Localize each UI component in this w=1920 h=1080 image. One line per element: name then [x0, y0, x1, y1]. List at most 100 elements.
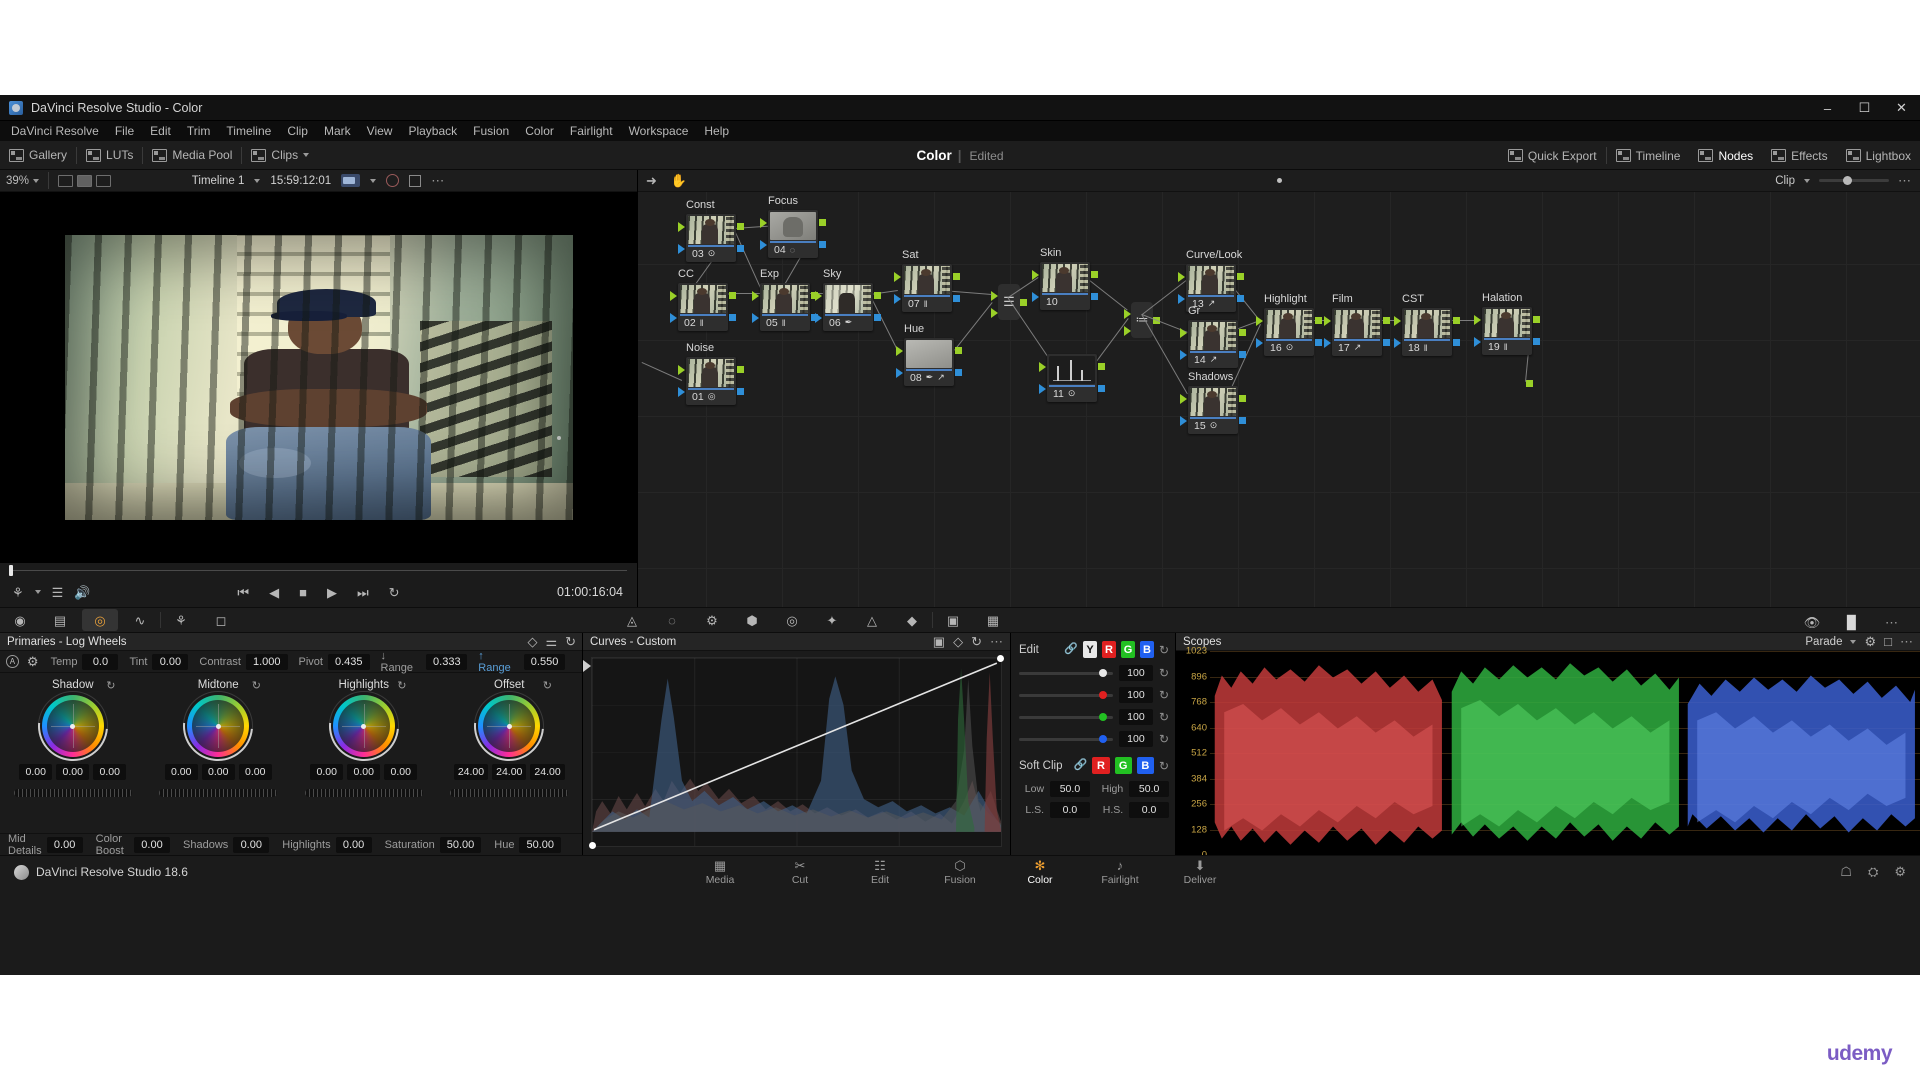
node-input-rgb-port[interactable] — [1324, 316, 1331, 326]
low-range-param[interactable]: ↓ Range 0.333 — [381, 650, 468, 674]
node-input-rgb-port[interactable] — [1180, 328, 1187, 338]
green-slider[interactable] — [1019, 712, 1113, 721]
blue-slider-knob[interactable] — [1098, 734, 1107, 743]
magic-mask-button[interactable]: ✦ — [812, 607, 852, 633]
node-body[interactable]: 10 — [1040, 262, 1090, 310]
tint-param[interactable]: Tint 0.00 — [129, 653, 189, 670]
channel-r-button[interactable]: R — [1102, 641, 1116, 658]
offset-master-ribbon[interactable] — [450, 789, 569, 797]
node-output-key-port[interactable] — [955, 369, 962, 376]
node-output-rgb-port[interactable] — [1453, 317, 1460, 324]
shadow-wheel[interactable] — [23, 676, 123, 776]
node-shadows[interactable]: Shadows 15 ⊙ — [1180, 371, 1246, 434]
scopes-options-icon[interactable]: ⋯ — [1900, 634, 1914, 650]
node-body[interactable]: 14 ↗ — [1188, 320, 1238, 368]
curves-options-icon[interactable]: ⋯ — [990, 634, 1004, 650]
minimize-button[interactable]: – — [1809, 95, 1846, 121]
soft-clip-b-button[interactable]: B — [1136, 757, 1154, 774]
blue-reset-icon[interactable]: ↻ — [1159, 732, 1169, 746]
low-value[interactable]: 50.0 — [1050, 781, 1090, 797]
midtone-green-value[interactable]: 0.00 — [201, 764, 235, 780]
node-output-key-port[interactable] — [819, 241, 826, 248]
highlights-bottom-value[interactable]: 0.00 — [335, 836, 372, 853]
high-range-value[interactable]: 0.550 — [523, 653, 566, 670]
viewer-options-icon[interactable]: ⋯ — [431, 173, 445, 189]
node-body[interactable]: 15 ⊙ — [1188, 386, 1238, 434]
curve-graph[interactable] — [583, 655, 1004, 849]
node-output-key-port[interactable] — [1098, 385, 1105, 392]
curves-view-icon[interactable]: ▣ — [933, 635, 945, 648]
mask-toggle-button[interactable]: 👁 — [1792, 610, 1832, 636]
mixer-input-port-2[interactable] — [991, 308, 998, 318]
menu-view[interactable]: View — [359, 121, 401, 141]
scope-mode-label[interactable]: Parade — [1805, 636, 1842, 648]
node-body[interactable]: 18 ‖ — [1402, 308, 1452, 356]
node-output-rgb-port[interactable] — [1091, 271, 1098, 278]
node-cst[interactable]: CST 18 ‖ — [1394, 293, 1460, 356]
color-boost-param[interactable]: Color Boost 0.00 — [96, 833, 171, 857]
node-graph-canvas[interactable]: ☰ ≔ Const03⊙Focus04◌CC02‖Noise01◎Exp05‖S… — [638, 192, 1920, 607]
node-input-key-port[interactable] — [894, 294, 901, 304]
node-output-key-port[interactable] — [1383, 339, 1390, 346]
node-output-key-port[interactable] — [1315, 339, 1322, 346]
playhead[interactable] — [9, 564, 13, 576]
primaries-bars-palette-button[interactable]: ▤ — [40, 607, 80, 633]
node-input-key-port[interactable] — [1256, 338, 1263, 348]
node-output-rgb-port[interactable] — [1239, 329, 1246, 336]
node-input-rgb-port[interactable] — [1039, 362, 1046, 372]
color-boost-value[interactable]: 0.00 — [134, 836, 171, 853]
hue-param[interactable]: Hue 50.00 — [494, 836, 561, 853]
project-icon[interactable]: ⛭ — [1868, 864, 1878, 880]
window-palette-palette-button[interactable]: ◻ — [201, 607, 241, 633]
first-frame-button[interactable]: ⏮ — [237, 586, 249, 599]
node-body[interactable]: 08 ✒ ↗ — [904, 338, 954, 386]
highlights-bottom-param[interactable]: Highlights 0.00 — [282, 836, 372, 853]
home-icon[interactable]: ☖ — [1840, 864, 1852, 880]
stop-button[interactable]: ■ — [299, 586, 307, 599]
temp-param[interactable]: Temp 0.0 — [51, 653, 119, 670]
node-output-rgb-port[interactable] — [1237, 273, 1244, 280]
node-body[interactable]: 01 ◎ — [686, 357, 736, 405]
menu-fusion[interactable]: Fusion — [465, 121, 517, 141]
contrast-param[interactable]: Contrast 1.000 — [199, 653, 288, 670]
node-output-key-port[interactable] — [1533, 338, 1540, 345]
node-input-rgb-port[interactable] — [678, 222, 685, 232]
channel-g-button[interactable]: G — [1121, 641, 1135, 658]
highlights-green-value[interactable]: 0.00 — [347, 764, 381, 780]
reverse-play-button[interactable]: ◀ — [269, 586, 279, 599]
node-const[interactable]: Const 03 ⊙ — [678, 199, 744, 262]
tint-value[interactable]: 0.00 — [152, 653, 189, 670]
scope-display[interactable]: 10238967686405123842561280 — [1176, 646, 1920, 861]
auto-picker-icon[interactable]: ⚙ — [27, 655, 39, 668]
node-input-rgb-port[interactable] — [1180, 394, 1187, 404]
keyframes-button[interactable]: ◆ — [892, 607, 932, 633]
highlights-red-value[interactable]: 0.00 — [310, 764, 344, 780]
node-body[interactable]: 07 ‖ — [902, 264, 952, 312]
sizing-button[interactable]: ▣ — [933, 607, 973, 633]
node-output-key-port[interactable] — [1239, 417, 1246, 424]
timeline-toggle-button[interactable]: Timeline — [1607, 141, 1690, 170]
node-input-key-port[interactable] — [670, 313, 677, 323]
page-edit[interactable]: ☷ Edit — [840, 858, 920, 886]
luma-slider-knob[interactable] — [1098, 668, 1107, 677]
node-input-key-port[interactable] — [760, 240, 767, 250]
ls-value[interactable]: 0.0 — [1050, 802, 1090, 818]
node-input-key-port[interactable] — [896, 368, 903, 378]
offset-red-value[interactable]: 24.00 — [453, 764, 489, 780]
node-body[interactable]: 17 ↗ — [1332, 308, 1382, 356]
curves-reset-icon[interactable]: ↻ — [971, 635, 982, 648]
shadows-value[interactable]: 0.00 — [233, 836, 270, 853]
node-output-rgb-port[interactable] — [819, 219, 826, 226]
nodes-toggle-button[interactable]: Nodes — [1689, 141, 1762, 170]
node-output-key-port[interactable] — [1453, 339, 1460, 346]
data-burn-button[interactable]: ▦ — [973, 607, 1013, 633]
hs-value[interactable]: 0.0 — [1129, 802, 1169, 818]
saturation-value[interactable]: 50.00 — [439, 836, 482, 853]
viewer-scrubber[interactable] — [0, 563, 637, 577]
offset-wheel[interactable] — [459, 676, 559, 776]
keyframe-icon[interactable]: ◇ — [527, 635, 537, 648]
timeline-name[interactable]: Timeline 1 — [192, 175, 245, 187]
node-output-key-port[interactable] — [874, 314, 881, 321]
menu-playback[interactable]: Playback — [400, 121, 465, 141]
node-output-key-port[interactable] — [737, 245, 744, 252]
